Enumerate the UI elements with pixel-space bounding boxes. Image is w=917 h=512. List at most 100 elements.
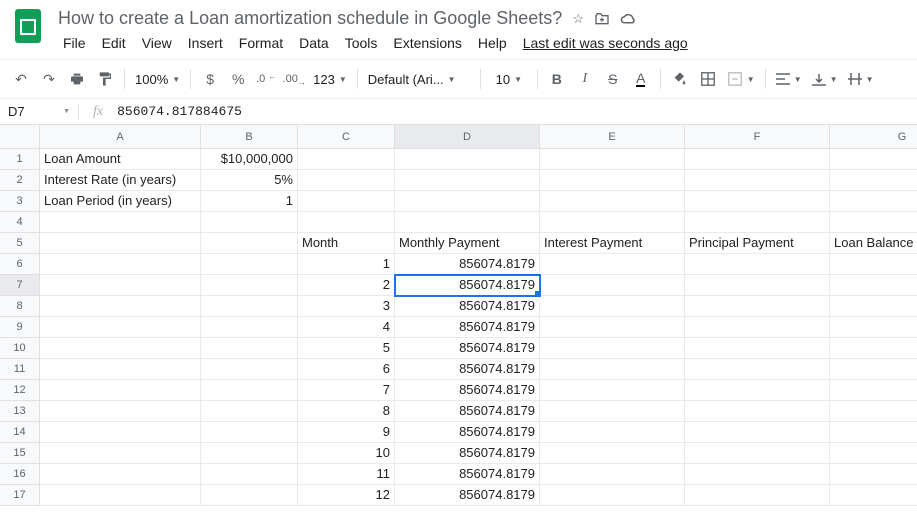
col-header-E[interactable]: E	[540, 125, 685, 148]
cell-F12[interactable]	[685, 380, 830, 401]
cell-F11[interactable]	[685, 359, 830, 380]
cell-C14[interactable]: 9	[298, 422, 395, 443]
cell-E11[interactable]	[540, 359, 685, 380]
sheets-logo[interactable]	[8, 6, 48, 46]
cell-A10[interactable]	[40, 338, 201, 359]
cell-F9[interactable]	[685, 317, 830, 338]
cell-G1[interactable]	[830, 149, 917, 170]
cell-F14[interactable]	[685, 422, 830, 443]
redo-button[interactable]: ↷	[36, 66, 62, 92]
cell-F7[interactable]	[685, 275, 830, 296]
cell-E9[interactable]	[540, 317, 685, 338]
cell-D17[interactable]: 856074.8179	[395, 485, 540, 506]
cell-G7[interactable]	[830, 275, 917, 296]
cell-B9[interactable]	[201, 317, 298, 338]
paint-format-button[interactable]	[92, 66, 118, 92]
row-header-9[interactable]: 9	[0, 317, 39, 338]
row-header-15[interactable]: 15	[0, 443, 39, 464]
cell-D14[interactable]: 856074.8179	[395, 422, 540, 443]
cell-B10[interactable]	[201, 338, 298, 359]
cell-D9[interactable]: 856074.8179	[395, 317, 540, 338]
increase-decimal-button[interactable]: .00→	[281, 66, 307, 92]
cell-F16[interactable]	[685, 464, 830, 485]
cell-E8[interactable]	[540, 296, 685, 317]
row-header-16[interactable]: 16	[0, 464, 39, 485]
font-size-select[interactable]: 10▼	[487, 66, 531, 92]
cell-D1[interactable]	[395, 149, 540, 170]
cell-B7[interactable]	[201, 275, 298, 296]
col-header-A[interactable]: A	[40, 125, 201, 148]
doc-title[interactable]: How to create a Loan amortization schedu…	[58, 8, 562, 29]
select-all-corner[interactable]	[0, 125, 40, 149]
col-header-F[interactable]: F	[685, 125, 830, 148]
cell-A4[interactable]	[40, 212, 201, 233]
cell-F17[interactable]	[685, 485, 830, 506]
cell-E5[interactable]: Interest Payment	[540, 233, 685, 254]
halign-button[interactable]: ▼	[772, 66, 806, 92]
cell-E17[interactable]	[540, 485, 685, 506]
cell-E14[interactable]	[540, 422, 685, 443]
cell-G3[interactable]	[830, 191, 917, 212]
cell-E2[interactable]	[540, 170, 685, 191]
menu-data[interactable]: Data	[292, 31, 336, 55]
cell-G12[interactable]	[830, 380, 917, 401]
row-header-8[interactable]: 8	[0, 296, 39, 317]
cell-C11[interactable]: 6	[298, 359, 395, 380]
cell-A3[interactable]: Loan Period (in years)	[40, 191, 201, 212]
cell-B8[interactable]	[201, 296, 298, 317]
cell-C8[interactable]: 3	[298, 296, 395, 317]
cell-E15[interactable]	[540, 443, 685, 464]
row-header-12[interactable]: 12	[0, 380, 39, 401]
row-header-3[interactable]: 3	[0, 191, 39, 212]
row-header-6[interactable]: 6	[0, 254, 39, 275]
merge-button[interactable]: ▼	[723, 66, 759, 92]
cell-F15[interactable]	[685, 443, 830, 464]
cell-D5[interactable]: Monthly Payment	[395, 233, 540, 254]
cell-C12[interactable]: 7	[298, 380, 395, 401]
cell-F1[interactable]	[685, 149, 830, 170]
cell-C5[interactable]: Month	[298, 233, 395, 254]
cell-B11[interactable]	[201, 359, 298, 380]
cell-F6[interactable]	[685, 254, 830, 275]
cell-C15[interactable]: 10	[298, 443, 395, 464]
strike-button[interactable]: S	[600, 66, 626, 92]
cell-G11[interactable]	[830, 359, 917, 380]
cell-G16[interactable]	[830, 464, 917, 485]
undo-button[interactable]: ↶	[8, 66, 34, 92]
cell-E13[interactable]	[540, 401, 685, 422]
decrease-decimal-button[interactable]: .0 ←	[253, 66, 279, 92]
cell-G14[interactable]	[830, 422, 917, 443]
menu-edit[interactable]: Edit	[95, 31, 133, 55]
col-header-G[interactable]: G	[830, 125, 917, 148]
cell-B2[interactable]: 5%	[201, 170, 298, 191]
row-header-11[interactable]: 11	[0, 359, 39, 380]
cell-D12[interactable]: 856074.8179	[395, 380, 540, 401]
row-header-17[interactable]: 17	[0, 485, 39, 506]
cell-F13[interactable]	[685, 401, 830, 422]
move-icon[interactable]	[594, 11, 610, 27]
cell-A12[interactable]	[40, 380, 201, 401]
cell-E1[interactable]	[540, 149, 685, 170]
cell-A11[interactable]	[40, 359, 201, 380]
row-header-4[interactable]: 4	[0, 212, 39, 233]
cell-E3[interactable]	[540, 191, 685, 212]
print-button[interactable]	[64, 66, 90, 92]
cell-A9[interactable]	[40, 317, 201, 338]
row-header-13[interactable]: 13	[0, 401, 39, 422]
cell-E10[interactable]	[540, 338, 685, 359]
bold-button[interactable]: B	[544, 66, 570, 92]
cell-G2[interactable]	[830, 170, 917, 191]
cell-G9[interactable]	[830, 317, 917, 338]
menu-view[interactable]: View	[135, 31, 179, 55]
row-header-14[interactable]: 14	[0, 422, 39, 443]
menu-format[interactable]: Format	[232, 31, 290, 55]
cell-A7[interactable]	[40, 275, 201, 296]
cell-F10[interactable]	[685, 338, 830, 359]
row-header-5[interactable]: 5	[0, 233, 39, 254]
name-box[interactable]: D7▼	[0, 104, 78, 119]
cell-B4[interactable]	[201, 212, 298, 233]
cell-B15[interactable]	[201, 443, 298, 464]
cell-B1[interactable]: $10,000,000	[201, 149, 298, 170]
cell-F3[interactable]	[685, 191, 830, 212]
cell-D4[interactable]	[395, 212, 540, 233]
